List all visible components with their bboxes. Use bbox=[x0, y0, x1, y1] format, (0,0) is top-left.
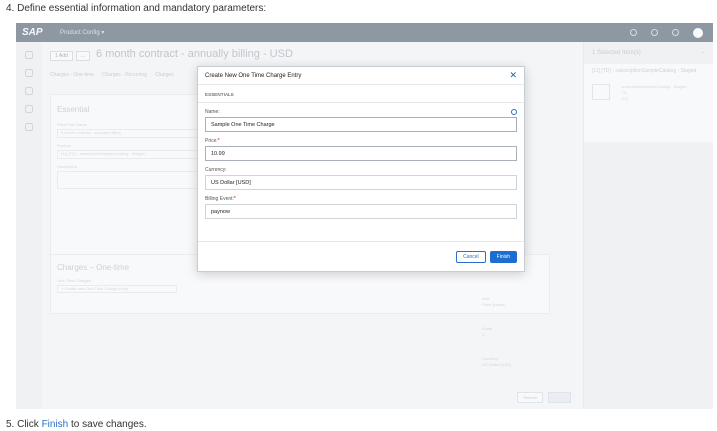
billing-event-field[interactable]: paynow bbox=[205, 204, 517, 219]
step-4-instruction: 4. Define essential information and mand… bbox=[6, 3, 267, 14]
essentials-section-title: ESSENTIALS bbox=[205, 92, 234, 97]
price-field[interactable]: 10.99 bbox=[205, 146, 517, 161]
currency-field[interactable]: US Dollar [USD] bbox=[205, 175, 517, 190]
name-label: Name: bbox=[205, 109, 517, 115]
name-field[interactable]: Sample One Time Charge bbox=[205, 117, 517, 132]
create-charge-dialog: Create New One Time Charge Entry ✕ ESSEN… bbox=[197, 66, 525, 272]
dialog-header: Create New One Time Charge Entry ✕ bbox=[198, 67, 524, 85]
step-5-instruction: 5. Click Finish to save changes. bbox=[6, 419, 147, 430]
price-label: Price: * bbox=[205, 138, 220, 144]
divider bbox=[198, 102, 524, 103]
finish-button[interactable]: Finish bbox=[489, 250, 517, 263]
dialog-title: Create New One Time Charge Entry bbox=[205, 72, 302, 79]
info-icon[interactable] bbox=[511, 109, 517, 115]
cancel-button[interactable]: Cancel bbox=[456, 250, 486, 263]
dialog-footer: Cancel Finish bbox=[198, 241, 524, 271]
finish-link[interactable]: Finish bbox=[42, 419, 69, 430]
currency-label: Currency: bbox=[205, 167, 227, 173]
billing-event-label: Billing Event: * bbox=[205, 196, 236, 202]
close-icon[interactable]: ✕ bbox=[509, 71, 517, 80]
